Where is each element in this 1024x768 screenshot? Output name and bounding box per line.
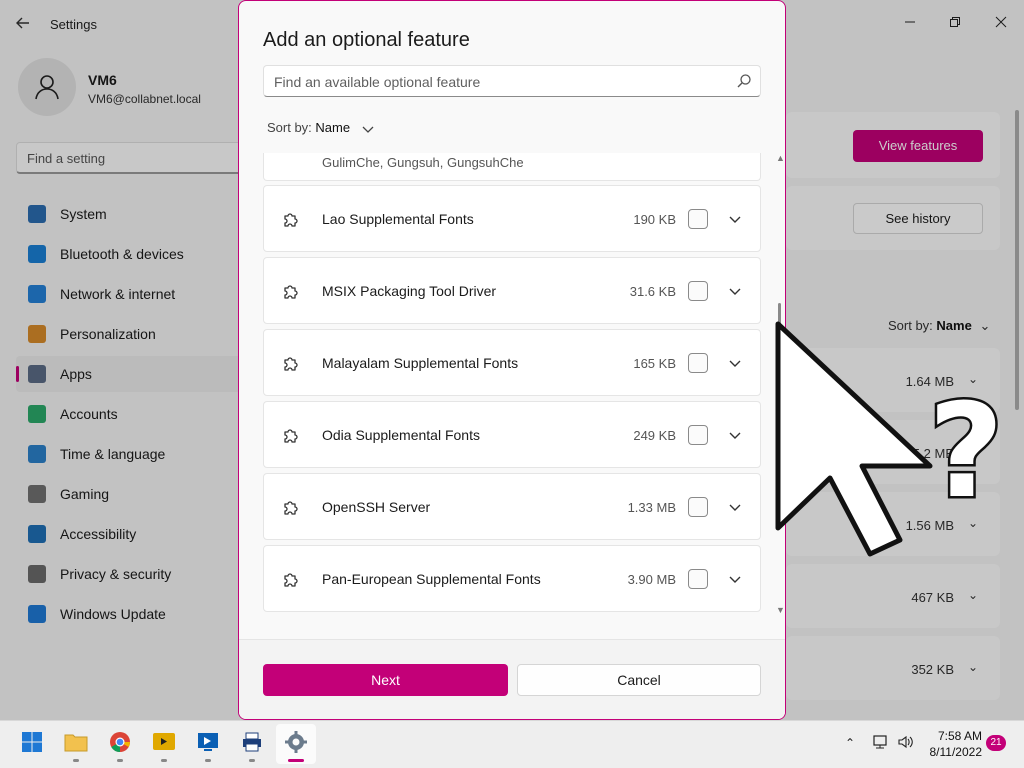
scroll-down-arrow-icon[interactable]: ▼: [776, 605, 785, 615]
cursor-question-overlay: ?: [775, 321, 1006, 557]
network-tray-icon[interactable]: [872, 734, 890, 750]
taskbar-print-app[interactable]: [232, 724, 272, 764]
feature-name: OpenSSH Server: [322, 499, 431, 515]
taskbar-remote-desktop[interactable]: [188, 724, 228, 764]
running-indicator: [288, 759, 304, 762]
question-mark-text: ?: [928, 375, 1003, 527]
feature-name: Pan-European Supplemental Fonts: [322, 571, 541, 587]
feature-checkbox[interactable]: [688, 209, 708, 229]
chevron-down-icon[interactable]: [361, 122, 375, 136]
arrow-cursor-icon: [775, 321, 933, 557]
add-optional-feature-dialog: Add an optional feature Sort by: Name Gu…: [238, 0, 786, 720]
chevron-down-icon[interactable]: [728, 428, 742, 442]
cancel-button[interactable]: Cancel: [517, 664, 761, 696]
feature-size: 3.90 MB: [627, 572, 676, 587]
feature-size: 165 KB: [633, 356, 676, 371]
taskbar-file-explorer[interactable]: [56, 724, 96, 764]
feature-checkbox[interactable]: [688, 281, 708, 301]
clock-date[interactable]: 8/11/2022: [922, 745, 983, 759]
running-indicator: [161, 759, 167, 762]
puzzle-piece-icon: [281, 208, 303, 230]
sort-by-label: Sort by:: [267, 120, 312, 135]
dialog-title: Add an optional feature: [263, 29, 470, 51]
notification-badge[interactable]: 21: [986, 735, 1006, 751]
chevron-down-icon[interactable]: [728, 572, 742, 586]
remote-desktop-icon: [196, 731, 220, 758]
sort-by-dropdown[interactable]: Sort by: Name: [267, 120, 350, 135]
search-icon: [737, 74, 751, 88]
chevron-down-icon[interactable]: [728, 212, 742, 226]
chevron-down-icon[interactable]: [728, 356, 742, 370]
list-item[interactable]: OpenSSH Server 1.33 MB: [263, 473, 761, 540]
list-item[interactable]: Pan-European Supplemental Fonts 3.90 MB: [263, 545, 761, 612]
folder-icon: [64, 731, 88, 758]
list-item[interactable]: Malayalam Supplemental Fonts 165 KB: [263, 329, 761, 396]
feature-name: MSIX Packaging Tool Driver: [322, 283, 497, 299]
chrome-icon: [109, 731, 131, 758]
puzzle-piece-icon: [281, 280, 303, 302]
feature-checkbox[interactable]: [688, 353, 708, 373]
scroll-up-arrow-icon[interactable]: ▲: [776, 153, 785, 163]
taskbar-start-button[interactable]: [12, 724, 52, 764]
list-item[interactable]: Odia Supplemental Fonts 249 KB: [263, 401, 761, 468]
puzzle-piece-icon: [281, 352, 303, 374]
gear-icon: [284, 730, 308, 759]
feature-size: 190 KB: [633, 212, 676, 227]
feature-checkbox[interactable]: [688, 425, 708, 445]
chevron-down-icon[interactable]: [728, 500, 742, 514]
volume-icon[interactable]: [897, 734, 915, 750]
taskbar-media-app[interactable]: [144, 724, 184, 764]
question-mark-icon: ?: [926, 373, 1006, 530]
running-indicator: [249, 759, 255, 762]
feature-search-input[interactable]: [274, 72, 714, 92]
media-icon: [152, 731, 176, 758]
next-button[interactable]: Next: [263, 664, 508, 696]
list-item[interactable]: MSIX Packaging Tool Driver 31.6 KB: [263, 257, 761, 324]
running-indicator: [73, 759, 79, 762]
running-indicator: [117, 759, 123, 762]
feature-name: Lao Supplemental Fonts: [322, 211, 474, 227]
feature-name: Malayalam Supplemental Fonts: [322, 355, 519, 371]
puzzle-piece-icon: [281, 496, 303, 518]
feature-search-box[interactable]: [263, 65, 761, 97]
feature-checkbox[interactable]: [688, 497, 708, 517]
feature-checkbox[interactable]: [688, 569, 708, 589]
windows-logo-icon: [21, 731, 43, 758]
clock-time[interactable]: 7:58 AM: [922, 729, 982, 743]
puzzle-piece-icon: [281, 568, 303, 590]
chevron-down-icon[interactable]: [728, 284, 742, 298]
running-indicator: [205, 759, 211, 762]
feature-list: GulimChe, Gungsuh, GungsuhChe Lao Supple…: [263, 151, 763, 617]
sort-by-value: Name: [315, 120, 351, 135]
tray-overflow-chevron-icon[interactable]: ⌃: [845, 736, 855, 750]
puzzle-piece-icon: [281, 424, 303, 446]
list-item[interactable]: Lao Supplemental Fonts 190 KB: [263, 185, 761, 252]
feature-size: 249 KB: [633, 428, 676, 443]
taskbar-chrome[interactable]: [100, 724, 140, 764]
feature-size: 1.33 MB: [627, 500, 676, 515]
partial-item-text: GulimChe, Gungsuh, GungsuhChe: [322, 155, 524, 170]
taskbar-settings[interactable]: [276, 724, 316, 764]
printer-icon: [241, 731, 263, 758]
dialog-footer: Next Cancel: [239, 639, 785, 719]
feature-size: 31.6 KB: [629, 284, 676, 299]
feature-name: Odia Supplemental Fonts: [322, 427, 480, 443]
list-item-partial[interactable]: GulimChe, Gungsuh, GungsuhChe: [263, 153, 761, 181]
